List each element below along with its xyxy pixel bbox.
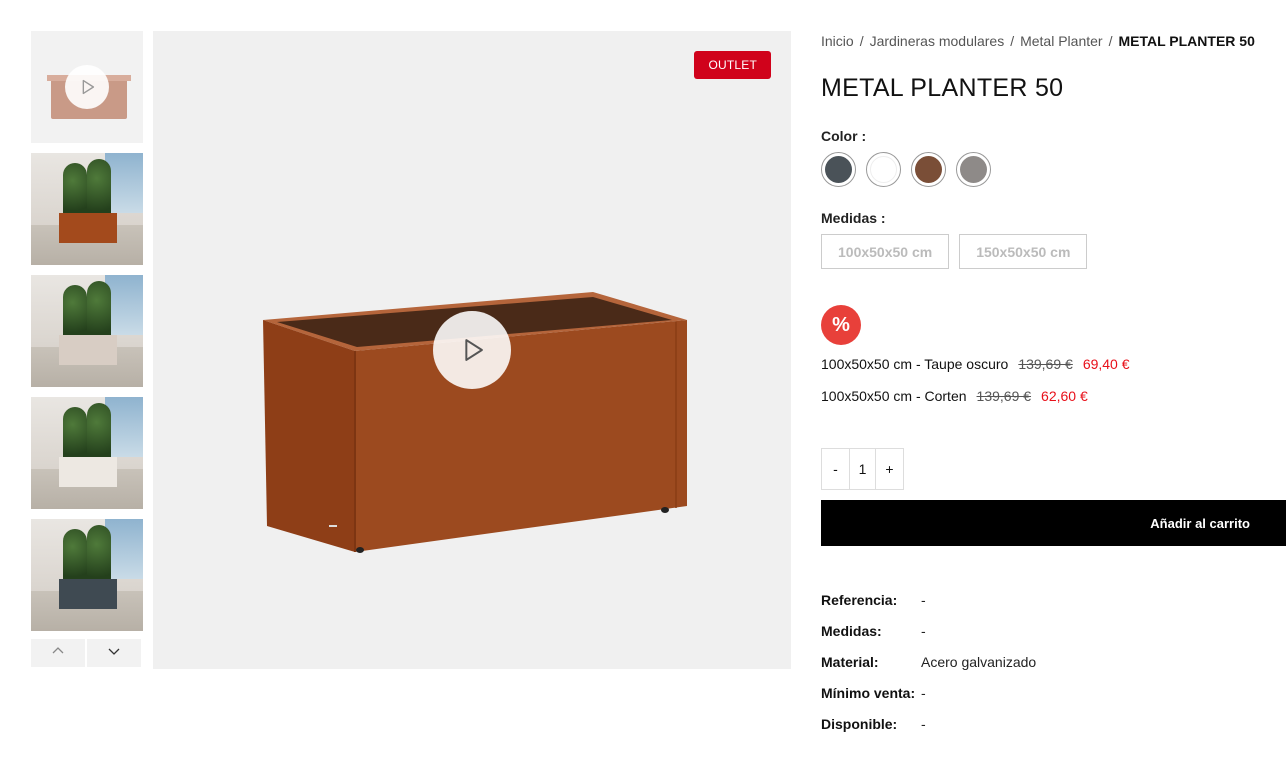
main-product-image[interactable]: OUTLET: [153, 31, 791, 669]
spec-value: -: [921, 592, 926, 608]
breadcrumb-separator: /: [859, 33, 864, 49]
spec-key: Medidas:: [821, 623, 882, 639]
chevron-down-icon: [106, 643, 122, 664]
color-swatch-brown[interactable]: [911, 152, 946, 187]
breadcrumb: Inicio / Jardineras modulares / Metal Plante…: [821, 33, 1255, 49]
spec-key: Referencia:: [821, 592, 898, 608]
play-icon[interactable]: [433, 311, 511, 389]
play-icon[interactable]: [65, 65, 109, 109]
breadcrumb-separator: /: [1108, 33, 1113, 49]
thumbnail-nav: [31, 639, 143, 667]
spec-key: Mínimo venta:: [821, 685, 916, 701]
quantity-stepper: - 1 +: [821, 448, 904, 490]
chevron-up-icon: [50, 643, 66, 664]
thumbnail-video[interactable]: [31, 31, 143, 143]
color-swatch-anthracite[interactable]: [821, 152, 856, 187]
color-swatches: [821, 152, 991, 187]
thumbnail-image-white[interactable]: [31, 397, 143, 509]
spec-row: Referencia: -: [821, 588, 1286, 612]
spec-value: Acero galvanizado: [921, 654, 1037, 670]
spec-value: -: [921, 685, 926, 701]
breadcrumb-home[interactable]: Inicio: [821, 33, 854, 49]
size-options: 100x50x50 cm 150x50x50 cm: [821, 234, 1088, 269]
thumbnail-image-taupe[interactable]: [31, 275, 143, 387]
size-option-150[interactable]: 150x50x50 cm: [959, 234, 1088, 269]
planter-thumb: [59, 335, 117, 365]
spec-row: Disponible: -: [821, 712, 1286, 736]
thumbnail-prev-button[interactable]: [31, 639, 85, 667]
breadcrumb-current: METAL PLANTER 50: [1118, 33, 1255, 49]
breadcrumb-collection[interactable]: Metal Planter: [1020, 33, 1102, 49]
product-title: METAL PLANTER 50: [821, 74, 1064, 102]
spec-key: Material:: [821, 654, 879, 670]
new-price: 69,40 €: [1082, 356, 1130, 372]
thumbnail-next-button[interactable]: [87, 639, 141, 667]
planter-thumb: [59, 579, 117, 609]
offer-line[interactable]: 100x50x50 cm - Corten 139,69 € 62,60 €: [821, 388, 1088, 404]
spec-value: -: [921, 716, 926, 732]
color-label: Color :: [821, 128, 867, 144]
offer-name: 100x50x50 cm - Corten: [821, 388, 967, 404]
thumbnail-image-anthracite[interactable]: [31, 519, 143, 631]
spec-value: -: [921, 623, 926, 639]
quantity-decrease-button[interactable]: -: [822, 449, 849, 489]
quantity-increase-button[interactable]: +: [876, 449, 903, 489]
color-swatch-grey[interactable]: [956, 152, 991, 187]
new-price: 62,60 €: [1041, 388, 1088, 404]
spec-row: Mínimo venta: -: [821, 681, 1286, 705]
spec-row: Material: Acero galvanizado: [821, 650, 1286, 674]
spec-key: Disponible:: [821, 716, 898, 732]
size-option-100[interactable]: 100x50x50 cm: [821, 234, 950, 269]
thumbnail-gallery: [31, 31, 143, 667]
size-label: Medidas :: [821, 210, 886, 226]
offer-line[interactable]: 100x50x50 cm - Taupe oscuro 139,69 € 69,40…: [821, 356, 1130, 372]
planter-thumb: [59, 457, 117, 487]
thumbnail-image-corten[interactable]: [31, 153, 143, 265]
product-specs: Referencia: - Medidas: - Material: Acero…: [821, 588, 1286, 743]
color-swatch-white[interactable]: [866, 152, 901, 187]
breadcrumb-category[interactable]: Jardineras modulares: [870, 33, 1005, 49]
spec-row: Medidas: -: [821, 619, 1286, 643]
old-price: 139,69 €: [1018, 356, 1073, 372]
breadcrumb-separator: /: [1010, 33, 1015, 49]
outlet-badge: OUTLET: [694, 51, 771, 79]
add-to-cart-button[interactable]: Añadir al carrito: [821, 500, 1286, 546]
planter-thumb: [59, 213, 117, 243]
discount-icon: %: [821, 305, 861, 345]
offer-name: 100x50x50 cm - Taupe oscuro: [821, 356, 1009, 372]
quantity-input[interactable]: 1: [849, 449, 876, 489]
old-price: 139,69 €: [976, 388, 1032, 404]
